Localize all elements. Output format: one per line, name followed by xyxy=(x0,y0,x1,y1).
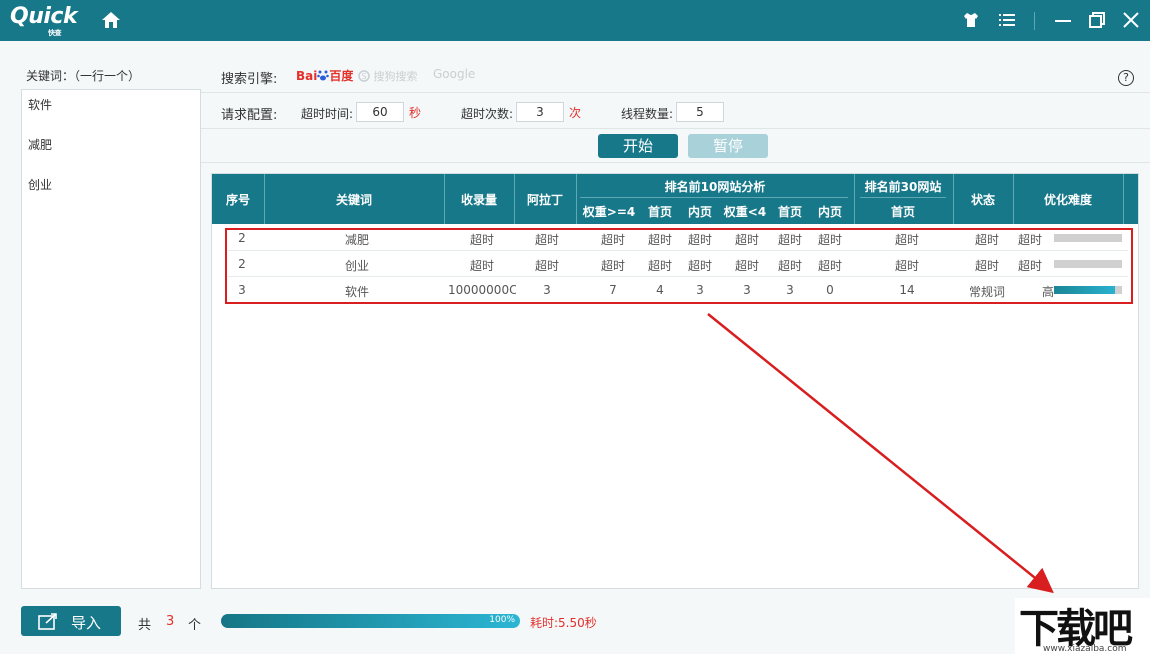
pause-button[interactable]: 暂停 xyxy=(688,134,768,158)
col-top10-inner-high[interactable]: 内页 xyxy=(680,203,720,220)
engine-sogou[interactable]: S 搜狗搜索 xyxy=(358,68,418,84)
keywords-textarea[interactable]: 软件 减肥 创业 xyxy=(21,89,201,589)
threads-input[interactable]: 5 xyxy=(676,102,724,122)
table-header: 序号 关键词 收录量 阿拉丁 排名前10网站分析 权重>=4 首页 内页 权重<… xyxy=(212,174,1138,224)
search-engine-label: 搜索引擎: xyxy=(221,68,277,87)
request-config-label: 请求配置: xyxy=(221,104,277,123)
total-prefix: 共 xyxy=(138,614,151,633)
total-count: 3 xyxy=(166,614,174,629)
col-keyword[interactable]: 关键词 xyxy=(264,191,444,208)
restore-icon[interactable] xyxy=(1088,11,1106,29)
elapsed-time: 耗时:5.50秒 xyxy=(530,614,597,631)
col-top10-home-low[interactable]: 首页 xyxy=(770,203,810,220)
help-icon[interactable]: ? xyxy=(1118,70,1134,86)
total-suffix: 个 xyxy=(188,614,201,633)
watermark-logo: 下载吧 www.xiazaiba.com xyxy=(1015,598,1150,654)
col-difficulty[interactable]: 优化难度 xyxy=(1013,191,1123,208)
col-aladdin[interactable]: 阿拉丁 xyxy=(514,191,576,208)
timeout-label: 超时时间: xyxy=(301,105,353,122)
keywords-label: 关键词：（一行一个） xyxy=(26,67,140,84)
progress-text: 100% xyxy=(489,615,515,625)
home-icon[interactable] xyxy=(101,10,121,30)
divider xyxy=(201,128,1150,129)
timeout-input[interactable]: 60 xyxy=(356,102,404,122)
retries-label: 超时次数: xyxy=(461,105,513,122)
skin-icon[interactable] xyxy=(962,11,980,29)
start-button[interactable]: 开始 xyxy=(598,134,678,158)
svg-text:S: S xyxy=(361,72,366,81)
col-group-top30: 排名前30网站 xyxy=(854,178,952,195)
keyword-line: 创业 xyxy=(28,176,52,193)
col-top10-home-high[interactable]: 首页 xyxy=(642,203,678,220)
retries-input[interactable]: 3 xyxy=(516,102,564,122)
col-top30-home[interactable]: 首页 xyxy=(854,203,952,220)
annotation-arrow xyxy=(700,310,1060,600)
threads-label: 线程数量: xyxy=(621,105,673,122)
engine-google[interactable]: Google xyxy=(433,67,475,81)
menu-icon[interactable] xyxy=(998,11,1016,29)
col-top10-weight-high[interactable]: 权重>=4 xyxy=(576,203,642,220)
import-icon xyxy=(38,612,60,630)
col-top10-weight-low[interactable]: 权重<4 xyxy=(720,203,770,220)
col-indexed[interactable]: 收录量 xyxy=(444,191,514,208)
col-index[interactable]: 序号 xyxy=(212,191,264,208)
import-button[interactable]: 导入 xyxy=(21,606,121,636)
sogou-icon: S xyxy=(358,70,370,82)
timeout-unit: 秒 xyxy=(409,104,421,121)
engine-baidu[interactable]: Bai百度 xyxy=(296,67,353,84)
progress-bar: 100% xyxy=(221,614,520,628)
divider xyxy=(201,92,1150,93)
import-label: 导入 xyxy=(71,612,101,633)
col-top10-inner-low[interactable]: 内页 xyxy=(810,203,850,220)
app-logo: Quick 快查 xyxy=(10,4,77,29)
keyword-line: 软件 xyxy=(28,96,52,113)
highlight-box xyxy=(225,228,1133,304)
baidu-paw-icon xyxy=(317,69,329,81)
watermark-url: www.xiazaiba.com xyxy=(1043,644,1127,654)
minimize-icon[interactable] xyxy=(1054,11,1072,29)
col-status[interactable]: 状态 xyxy=(953,191,1013,208)
keyword-line: 减肥 xyxy=(28,136,52,153)
col-group-top10: 排名前10网站分析 xyxy=(576,178,854,195)
titlebar-separator xyxy=(1034,12,1035,30)
close-icon[interactable] xyxy=(1122,11,1140,29)
divider xyxy=(201,162,1150,163)
retries-unit: 次 xyxy=(569,104,581,121)
title-bar: Quick 快查 xyxy=(0,0,1150,41)
